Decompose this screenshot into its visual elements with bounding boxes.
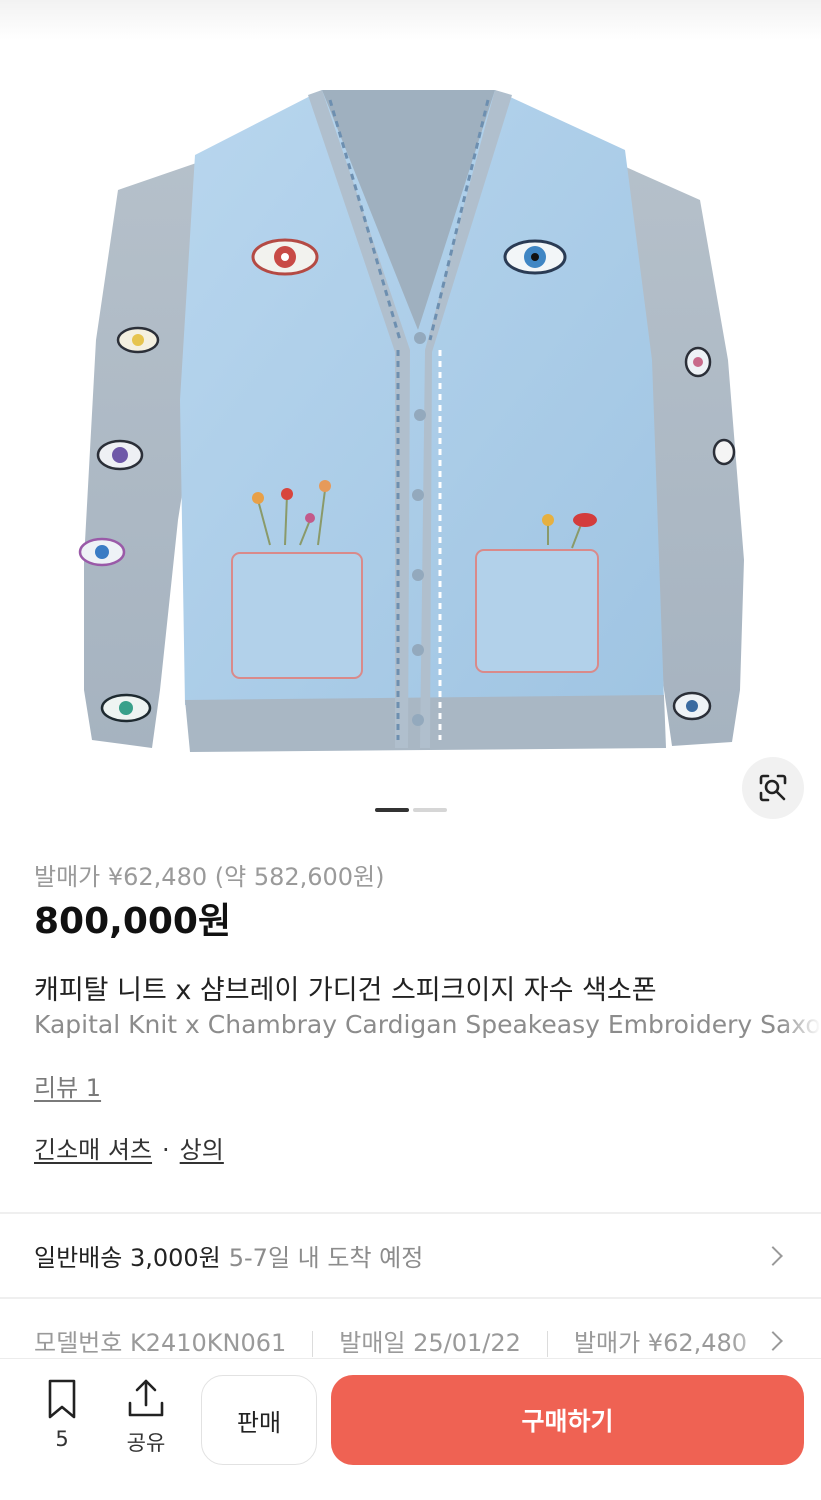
reviews-link[interactable]: 리뷰 1: [34, 1068, 101, 1103]
product-gallery[interactable]: [0, 0, 821, 835]
sell-button[interactable]: 판매: [201, 1375, 317, 1465]
divider: [0, 1212, 821, 1214]
chevron-right-icon[interactable]: [763, 1246, 783, 1266]
spec-strip[interactable]: 모델번호 K2410KN061 발매일 25/01/22 발매가 ¥62,480: [34, 1323, 774, 1359]
image-search-icon: [759, 774, 787, 802]
product-image[interactable]: [0, 0, 821, 800]
category-link-top[interactable]: 상의: [180, 1136, 224, 1164]
product-title-en: Kapital Knit x Chambray Cardigan Speakea…: [34, 1010, 821, 1039]
bookmark-button[interactable]: 5: [32, 1377, 92, 1451]
spec-release-price: 발매가 ¥62,480: [573, 1329, 748, 1357]
spec-model-number: 모델번호 K2410KN061: [34, 1329, 287, 1357]
product-title-ko: 캐피탈 니트 x 샴브레이 가디건 스피크이지 자수 색소폰: [34, 975, 657, 1006]
spec-divider: [312, 1331, 314, 1357]
shipping-eta: 5-7일 내 도착 예정: [228, 1244, 424, 1272]
gallery-pagination[interactable]: [0, 808, 821, 812]
category-separator: ·: [162, 1136, 170, 1164]
share-label: 공유: [126, 1431, 166, 1455]
category-breadcrumb: 긴소매 셔츠 · 상의: [34, 1130, 224, 1165]
category-link-longsleeve-shirt[interactable]: 긴소매 셔츠: [34, 1136, 152, 1164]
divider: [0, 1297, 821, 1299]
product-price: 800,000원: [34, 901, 232, 942]
share-icon: [128, 1379, 164, 1417]
bookmark-count: 5: [55, 1427, 69, 1451]
buy-button[interactable]: 구매하기: [331, 1375, 804, 1465]
release-price-line: 발매가 ¥62,480 (약 582,600원): [34, 863, 385, 891]
title-fade: [781, 1008, 821, 1044]
spec-release-date: 발매일 25/01/22: [339, 1329, 521, 1357]
shipping-row[interactable]: 일반배송 3,000원 5-7일 내 도착 예정: [34, 1238, 423, 1273]
bottom-action-bar: 5 공유 판매 구매하기: [0, 1358, 821, 1500]
bookmark-icon: [48, 1379, 76, 1419]
shipping-label: 일반배송 3,000원: [34, 1244, 221, 1272]
spec-divider: [546, 1331, 548, 1357]
share-button[interactable]: 공유: [116, 1377, 176, 1457]
gallery-dot-2[interactable]: [412, 808, 447, 812]
gallery-dot-1[interactable]: [374, 808, 409, 812]
